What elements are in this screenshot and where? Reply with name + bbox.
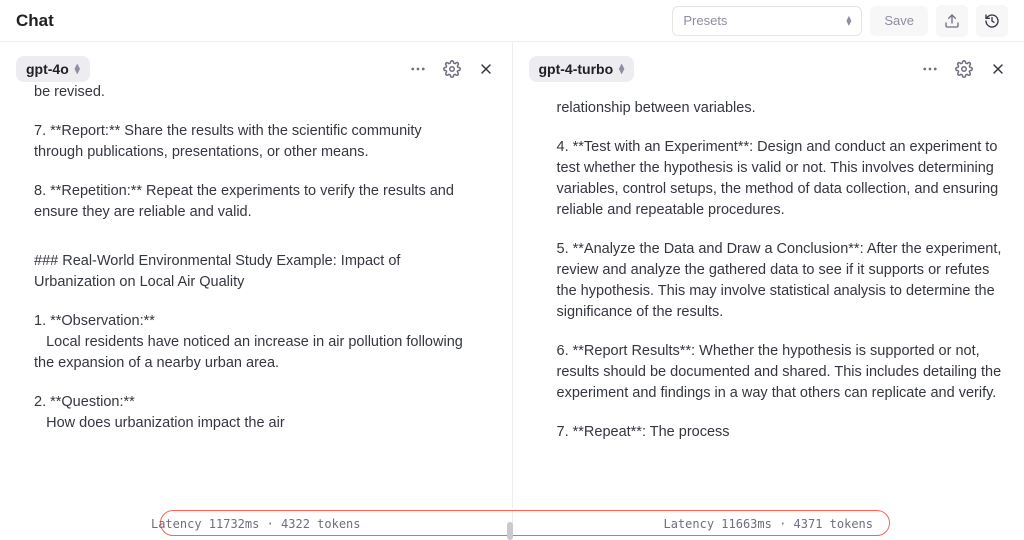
- gear-icon: [955, 60, 973, 78]
- compare-panes: gpt-4o ▴▾ be revised. 7. **Report:** Sha…: [0, 42, 1024, 508]
- presets-placeholder: Presets: [683, 13, 727, 28]
- chevron-up-down-icon: ▴▾: [846, 16, 851, 26]
- close-icon: [478, 61, 494, 77]
- right-pane-header: gpt-4-turbo ▴▾: [529, 56, 1009, 82]
- right-response-body: relationship between variables. 4. **Tes…: [513, 42, 1024, 498]
- chevron-up-down-icon: ▴▾: [75, 64, 80, 74]
- ellipsis-icon: [409, 60, 427, 78]
- model-label: gpt-4o: [26, 61, 69, 77]
- settings-button[interactable]: [954, 59, 974, 79]
- text-line: How does urbanization impact the air: [34, 413, 464, 434]
- left-metrics: Latency 11732ms · 4322 tokens: [151, 517, 361, 531]
- text-line: 8. **Repetition:** Repeat the experiment…: [34, 181, 464, 223]
- close-pane-button[interactable]: [476, 59, 496, 79]
- history-icon: [984, 13, 1000, 29]
- presets-select[interactable]: Presets ▴▾: [672, 6, 862, 36]
- text-line: 4. **Test with an Experiment**: Design a…: [557, 137, 1003, 221]
- header-actions: Presets ▴▾ Save: [672, 5, 1008, 37]
- more-button[interactable]: [408, 59, 428, 79]
- left-response-body: be revised. 7. **Report:** Share the res…: [0, 42, 512, 498]
- text-line: Local residents have noticed an increase…: [34, 332, 464, 374]
- close-pane-button[interactable]: [988, 59, 1008, 79]
- settings-button[interactable]: [442, 59, 462, 79]
- text-line: 6. **Report Results**: Whether the hypot…: [557, 341, 1003, 404]
- chevron-up-down-icon: ▴▾: [619, 64, 624, 74]
- text-line: 2. **Question:**: [34, 392, 464, 413]
- model-select-left[interactable]: gpt-4o ▴▾: [16, 56, 90, 82]
- history-button[interactable]: [976, 5, 1008, 37]
- right-metrics: Latency 11663ms · 4371 tokens: [663, 517, 873, 531]
- upload-button[interactable]: [936, 5, 968, 37]
- close-icon: [990, 61, 1006, 77]
- left-pane: gpt-4o ▴▾ be revised. 7. **Report:** Sha…: [0, 42, 512, 508]
- right-pane: gpt-4-turbo ▴▾ relationship between vari…: [512, 42, 1024, 508]
- text-line: 7. **Repeat**: The process: [557, 422, 1003, 443]
- save-button[interactable]: Save: [870, 6, 928, 36]
- text-line: 5. **Analyze the Data and Draw a Conclus…: [557, 239, 1003, 323]
- text-line: 1. **Observation:**: [34, 311, 464, 332]
- text-line: relationship between variables.: [557, 98, 1003, 119]
- text-line: be revised.: [34, 82, 464, 103]
- ellipsis-icon: [921, 60, 939, 78]
- gear-icon: [443, 60, 461, 78]
- page-title: Chat: [16, 11, 54, 31]
- app-header: Chat Presets ▴▾ Save: [0, 0, 1024, 42]
- left-pane-header: gpt-4o ▴▾: [16, 56, 496, 82]
- scrollbar-thumb[interactable]: [507, 522, 513, 540]
- model-select-right[interactable]: gpt-4-turbo ▴▾: [529, 56, 635, 82]
- model-label: gpt-4-turbo: [539, 61, 614, 77]
- text-heading: ### Real-World Environmental Study Examp…: [34, 251, 464, 293]
- upload-icon: [944, 13, 960, 29]
- text-line: 7. **Report:** Share the results with th…: [34, 121, 464, 163]
- more-button[interactable]: [920, 59, 940, 79]
